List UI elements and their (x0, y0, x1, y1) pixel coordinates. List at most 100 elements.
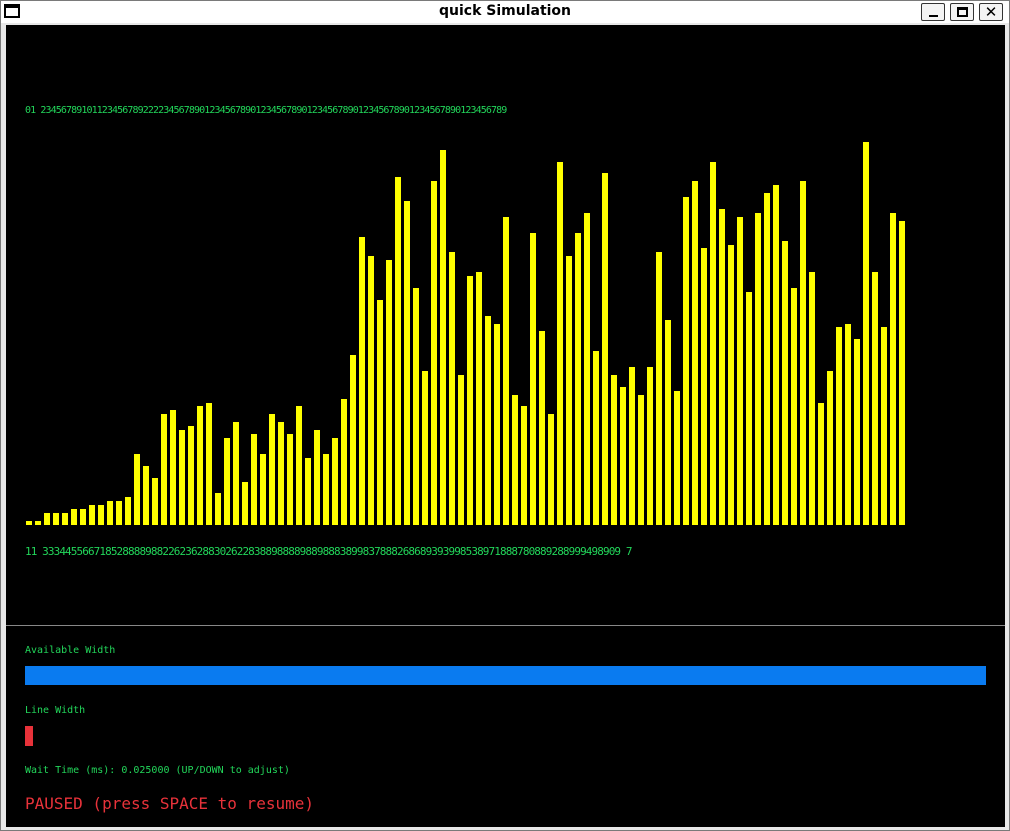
bar-33 (323, 454, 329, 525)
bar-94 (872, 272, 878, 525)
bar-12 (134, 454, 140, 525)
bar-35 (341, 399, 347, 525)
wait-time-text: Wait Time (ms): 0.025000 (UP/DOWN to adj… (25, 765, 290, 776)
bar-47 (449, 252, 455, 525)
bar-8 (98, 505, 104, 525)
bar-38 (368, 256, 374, 525)
bar-74 (692, 181, 698, 525)
bar-17 (179, 430, 185, 525)
bar-79 (737, 217, 743, 525)
bar-58 (548, 414, 554, 525)
bar-62 (584, 213, 590, 525)
bar-9 (107, 501, 113, 525)
close-icon: ✕ (984, 3, 998, 21)
bar-48 (458, 375, 464, 525)
bar-65 (611, 375, 617, 525)
bar-87 (809, 272, 815, 525)
bar-67 (629, 367, 635, 525)
bar-76 (710, 162, 716, 525)
bar-93 (863, 142, 869, 525)
bar-36 (350, 355, 356, 525)
bar-44 (422, 371, 428, 525)
bar-60 (566, 256, 572, 525)
bar-69 (647, 367, 653, 525)
bar-59 (557, 162, 563, 525)
bar-26 (260, 454, 266, 525)
bar-49 (467, 276, 473, 525)
bar-88 (818, 403, 824, 525)
bar-75 (701, 248, 707, 525)
bar-78 (728, 245, 734, 525)
bar-18 (188, 426, 194, 525)
bar-83 (773, 185, 779, 525)
bar-72 (674, 391, 680, 525)
bar-34 (332, 438, 338, 525)
bar-45 (431, 181, 437, 525)
bar-81 (755, 213, 761, 525)
bar-97 (899, 221, 905, 525)
value-labels: 11 3334455667185288889882262362883026228… (25, 545, 632, 558)
bar-23 (233, 422, 239, 525)
bar-29 (287, 434, 293, 525)
bar-32 (314, 430, 320, 525)
simulation-canvas[interactable]: 01 2345678910112345678922223456789012345… (6, 25, 1005, 827)
bar-64 (602, 173, 608, 525)
bar-4 (62, 513, 68, 525)
line-width-bar (25, 726, 33, 746)
bar-71 (665, 320, 671, 525)
bar-68 (638, 395, 644, 525)
bar-82 (764, 193, 770, 525)
window-title: quick Simulation (438, 3, 572, 19)
bar-27 (269, 414, 275, 525)
bar-91 (845, 324, 851, 525)
bar-1 (35, 521, 41, 525)
bar-56 (530, 233, 536, 525)
bar-53 (503, 217, 509, 525)
bar-20 (206, 403, 212, 525)
bar-37 (359, 237, 365, 525)
bar-25 (251, 434, 257, 525)
bar-3 (53, 513, 59, 525)
bar-55 (521, 406, 527, 525)
app-window: quick Simulation ✕ 01 234567891011234567… (0, 0, 1010, 831)
bar-86 (800, 181, 806, 525)
bar-54 (512, 395, 518, 525)
minimize-icon (929, 15, 938, 17)
bar-21 (215, 493, 221, 525)
bar-10 (116, 501, 122, 525)
minimize-button[interactable] (921, 3, 945, 21)
bar-90 (836, 327, 842, 525)
bar-7 (89, 505, 95, 525)
bar-52 (494, 324, 500, 525)
close-button[interactable]: ✕ (979, 3, 1003, 21)
bar-92 (854, 339, 860, 525)
bar-40 (386, 260, 392, 525)
bar-22 (224, 438, 230, 525)
bar-70 (656, 252, 662, 525)
bar-80 (746, 292, 752, 525)
bar-11 (125, 497, 131, 525)
maximize-icon (957, 7, 968, 17)
bar-61 (575, 233, 581, 525)
line-width-label: Line Width (25, 705, 86, 716)
available-width-bar (25, 666, 986, 685)
bar-19 (197, 406, 203, 525)
bar-73 (683, 197, 689, 525)
bar-42 (404, 201, 410, 525)
bar-6 (80, 509, 86, 525)
bar-46 (440, 150, 446, 525)
bar-66 (620, 387, 626, 525)
divider (6, 625, 1005, 626)
maximize-button[interactable] (950, 3, 974, 21)
bar-15 (161, 414, 167, 525)
bar-chart (6, 25, 1005, 625)
bar-14 (152, 478, 158, 525)
bar-96 (890, 213, 896, 525)
title-bar[interactable]: quick Simulation ✕ (1, 1, 1009, 23)
bar-13 (143, 466, 149, 525)
bar-63 (593, 351, 599, 525)
bar-28 (278, 422, 284, 525)
bar-16 (170, 410, 176, 525)
paused-status: PAUSED (press SPACE to resume) (25, 794, 314, 813)
bar-95 (881, 327, 887, 525)
